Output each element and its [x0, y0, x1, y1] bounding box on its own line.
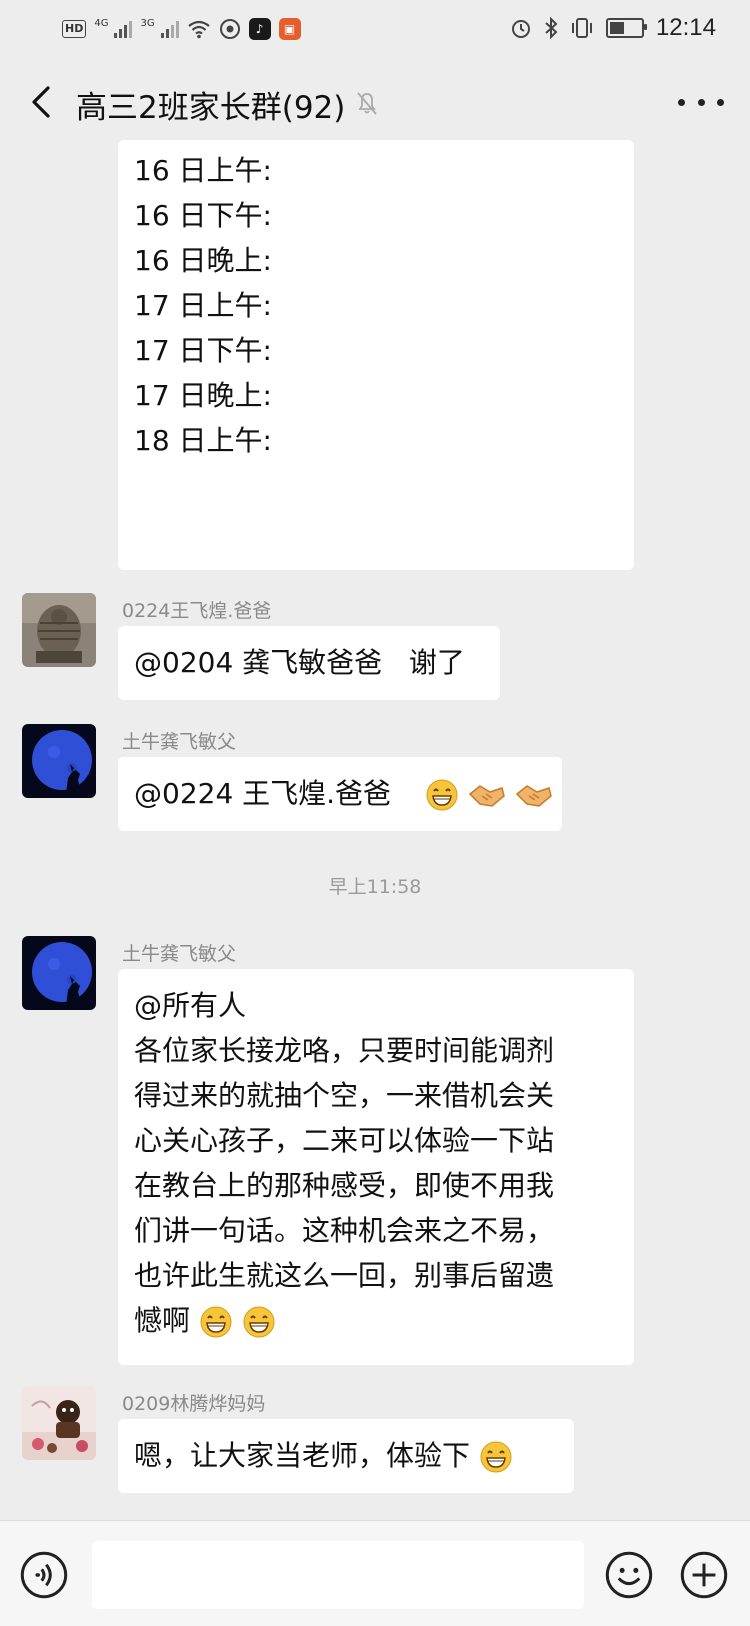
schedule-line: 17 日上午:: [134, 289, 272, 322]
schedule-line: 16 日上午:: [134, 154, 272, 187]
battery-icon: [605, 18, 647, 38]
schedule-line: 18 日上午:: [134, 424, 272, 457]
status-time: 12:14: [655, 14, 716, 41]
tiktok-icon: ♪: [248, 18, 271, 40]
sender-name: 0224王飞煌.爸爸: [122, 600, 272, 622]
message-line: 也许此生就这么一回，别事后留遗: [134, 1259, 555, 1292]
message-input[interactable]: [92, 1541, 584, 1609]
message-line: 们讲一句话。这种机会来之不易，: [134, 1214, 555, 1247]
message-text: 嗯，让大家当老师，体验下: [134, 1439, 471, 1472]
emoji-face-icon[interactable]: [605, 1551, 653, 1599]
sender-name: 土牛龚飞敏父: [122, 731, 237, 753]
hd-icon: HD: [62, 20, 87, 38]
message-line: 各位家长接龙咯，只要时间能调剂: [134, 1034, 555, 1067]
schedule-line: 16 日晚上:: [134, 244, 272, 277]
input-bar: [0, 1520, 750, 1626]
wifi-icon: [187, 20, 210, 39]
grin-emoji: [200, 1306, 232, 1338]
message-line: 得过来的就抽个空，一来借机会关: [134, 1079, 555, 1112]
chat-title: 高三2班家长群(92): [76, 90, 346, 126]
bluetooth-icon: [545, 17, 558, 39]
message-line: 心关心孩子，二来可以体验一下站: [134, 1124, 555, 1157]
plus-icon[interactable]: [680, 1551, 728, 1599]
mute-bell-icon: [357, 92, 377, 115]
voice-icon[interactable]: [20, 1551, 68, 1599]
sender-name: 土牛龚飞敏父: [122, 943, 237, 965]
message-bubble[interactable]: @0204 龚飞敏爸爸 谢了: [118, 626, 500, 700]
grin-emoji: [243, 1306, 275, 1338]
signal-3g-icon: [160, 20, 179, 38]
status-right: 12:14: [510, 12, 716, 44]
handshake-emoji: [515, 785, 552, 807]
schedule-bubble[interactable]: 16 日上午: 16 日下午: 16 日晚上: 17 日上午: 17 日下午: …: [118, 140, 634, 570]
message-bubble[interactable]: @0224 王飞煌.爸爸: [118, 757, 562, 831]
vibrate-icon: [571, 18, 592, 38]
sender-name: 0209林腾烨妈妈: [122, 1393, 266, 1415]
wolf-moon-avatar[interactable]: [22, 724, 96, 798]
alarm-icon: [511, 20, 530, 38]
schedule-line: 17 日下午:: [134, 334, 272, 367]
handshake-emoji: [468, 785, 505, 807]
grin-emoji: [426, 779, 458, 811]
chat-header: 高三2班家长群(92): [0, 58, 750, 148]
net-4g-label: 4G: [94, 17, 109, 29]
wolf-moon-avatar[interactable]: [22, 936, 96, 1010]
signal-4g-icon: [114, 20, 133, 38]
schedule-line: 16 日下午:: [134, 199, 272, 232]
chat-timestamp: 早上11:58: [328, 876, 422, 898]
grin-emoji: [480, 1441, 512, 1473]
weibo-icon: [219, 19, 240, 39]
status-bar: HD 4G 3G ♪ ▣ 12:14: [0, 0, 750, 58]
status-left: HD 4G 3G ♪ ▣: [62, 14, 301, 44]
message-text: @0204 龚飞敏爸爸 谢了: [134, 646, 465, 679]
message-bubble[interactable]: 嗯，让大家当老师，体验下: [118, 1419, 574, 1493]
schedule-line: 17 日晚上:: [134, 379, 272, 412]
cake-avatar[interactable]: [22, 1386, 96, 1460]
statue-avatar[interactable]: [22, 593, 96, 667]
app-icon: ▣: [278, 18, 301, 40]
net-3g-label: 3G: [140, 17, 155, 29]
message-text: @0224 王飞煌.爸爸: [134, 777, 392, 810]
message-line: @所有人: [134, 989, 247, 1022]
message-bubble[interactable]: @所有人 各位家长接龙咯，只要时间能调剂 得过来的就抽个空，一来借机会关 心关心…: [118, 969, 634, 1365]
message-line: 在教台上的那种感受，即使不用我: [134, 1169, 555, 1202]
more-dots-icon[interactable]: [678, 88, 724, 116]
back-chevron-icon[interactable]: [22, 80, 62, 124]
message-line: 憾啊: [134, 1304, 191, 1337]
